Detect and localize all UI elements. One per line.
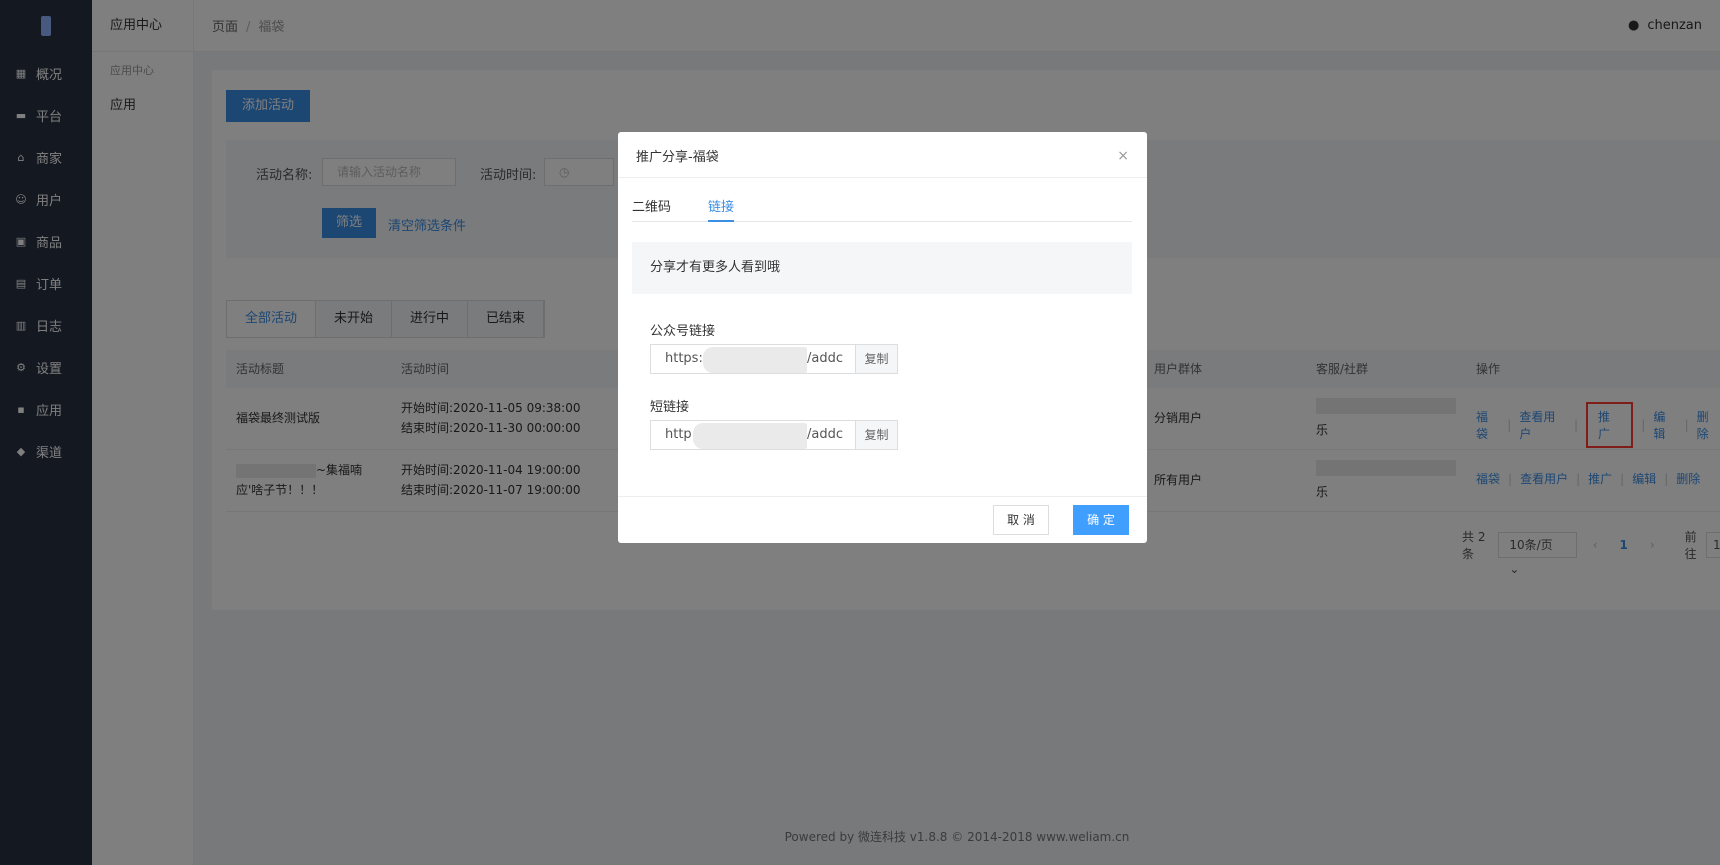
official-account-link-field[interactable]: https:/ /addc bbox=[650, 344, 856, 374]
official-link-text: https:/ bbox=[665, 351, 708, 366]
copy-short-link-button[interactable]: 复制 bbox=[856, 420, 898, 450]
short-link-group: http /addc 复制 bbox=[650, 420, 898, 450]
promote-share-dialog: 推广分享-福袋 × 二维码 链接 分享才有更多人看到哦 公众号链接 https:… bbox=[618, 132, 1147, 543]
dialog-title: 推广分享-福袋 bbox=[636, 150, 719, 165]
official-link-tail: /addc bbox=[807, 345, 843, 373]
copy-official-link-button[interactable]: 复制 bbox=[856, 344, 898, 374]
dialog-tabs: 二维码 链接 bbox=[632, 188, 1132, 222]
short-link-field[interactable]: http /addc bbox=[650, 420, 856, 450]
short-link-text: http bbox=[665, 427, 692, 442]
active-tab-indicator bbox=[708, 220, 734, 222]
close-icon[interactable]: × bbox=[1117, 148, 1129, 164]
short-link-tail: /addc bbox=[807, 421, 843, 449]
blurred-link-mask bbox=[703, 347, 813, 373]
dialog-footer: 取 消 确 定 bbox=[618, 496, 1147, 543]
tab-qrcode[interactable]: 二维码 bbox=[632, 196, 671, 215]
confirm-button[interactable]: 确 定 bbox=[1073, 505, 1129, 535]
official-account-link-label: 公众号链接 bbox=[650, 324, 716, 339]
blurred-link-mask bbox=[693, 423, 813, 449]
tab-link[interactable]: 链接 bbox=[708, 196, 734, 215]
dialog-header: 推广分享-福袋 × bbox=[618, 132, 1147, 178]
cancel-button[interactable]: 取 消 bbox=[993, 505, 1049, 535]
share-tip: 分享才有更多人看到哦 bbox=[632, 242, 1132, 294]
official-account-link-group: https:/ /addc 复制 bbox=[650, 344, 898, 374]
short-link-label: 短链接 bbox=[650, 400, 690, 415]
